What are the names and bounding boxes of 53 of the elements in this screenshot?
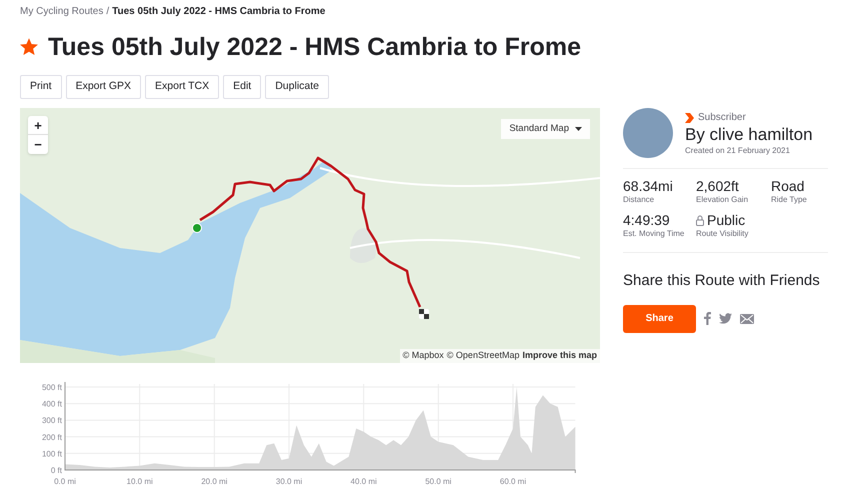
stat-value: 4:49:39: [623, 212, 670, 228]
stat-value: Road: [771, 178, 804, 194]
stat-label: Route Visibility: [696, 228, 750, 240]
improve-map-link[interactable]: Improve this map: [522, 349, 597, 363]
start-marker-icon: [192, 223, 202, 233]
facebook-icon[interactable]: [704, 312, 711, 325]
y-axis-label: 500 ft: [42, 383, 62, 392]
zoom-out-button[interactable]: −: [28, 135, 48, 154]
action-button[interactable]: Export GPX: [66, 75, 142, 99]
stat-label: Elevation Gain: [696, 194, 750, 206]
x-axis-label: 50.0 mi: [425, 477, 452, 486]
x-axis-label: 30.0 mi: [276, 477, 302, 486]
y-axis-label: 100 ft: [42, 449, 62, 458]
avatar[interactable]: [623, 108, 673, 158]
x-axis-label: 60.0 mi: [500, 477, 526, 486]
y-axis-label: 0 ft: [50, 466, 62, 475]
twitter-icon[interactable]: [719, 313, 732, 324]
caret-icon: [575, 127, 582, 131]
zoom-in-button[interactable]: +: [28, 116, 48, 135]
subscriber-chevron-icon: [685, 112, 694, 122]
y-axis-label: 200 ft: [42, 432, 62, 442]
stat-label: Ride Type: [771, 194, 808, 206]
x-axis-label: 40.0 mi: [350, 477, 377, 486]
subscriber-label: Subscriber: [698, 111, 746, 125]
stat-value: 2,602ft: [696, 178, 739, 194]
created-date: Created on 21 February 2021: [685, 145, 791, 157]
action-button[interactable]: Duplicate: [265, 75, 329, 99]
lock-icon: [696, 214, 704, 226]
y-axis-label: 400 ft: [42, 400, 62, 409]
share-heading: Share this Route with Friends: [623, 271, 821, 291]
stat-label: Est. Moving Time: [623, 228, 686, 240]
map-style-dropdown[interactable]: Standard Map: [501, 119, 590, 139]
x-axis-label: 20.0 mi: [201, 477, 228, 486]
y-axis-label: 300 ft: [42, 416, 62, 426]
map-attribution[interactable]: © OpenStreetMap: [446, 349, 520, 363]
stat-value: Public: [707, 212, 746, 228]
action-button[interactable]: Print: [20, 75, 62, 99]
x-axis-label: 0.0 mi: [54, 477, 76, 486]
action-button[interactable]: Export TCX: [145, 75, 220, 99]
breadcrumb-separator: /: [106, 4, 110, 18]
stat-label: Distance: [623, 194, 656, 206]
page-title: Tues 05th July 2022 - HMS Cambria to Frome: [48, 34, 582, 60]
author-name[interactable]: By clive hamilton: [685, 125, 813, 145]
mail-icon[interactable]: [740, 314, 754, 324]
x-axis-label: 10.0 mi: [126, 477, 153, 486]
star-icon[interactable]: [20, 38, 38, 56]
breadcrumb-current: Tues 05th July 2022 - HMS Cambria to Frome: [112, 4, 326, 18]
map-attribution[interactable]: © Mapbox: [402, 349, 444, 363]
finish-flag-icon: [419, 309, 429, 319]
action-button[interactable]: Edit: [223, 75, 262, 99]
stat-value: 68.34mi: [623, 178, 673, 194]
breadcrumb-link[interactable]: My Cycling Routes: [20, 4, 104, 18]
map-view[interactable]: + − Standard Map © Mapbox © OpenStreetMap Improve this map: [20, 108, 600, 363]
